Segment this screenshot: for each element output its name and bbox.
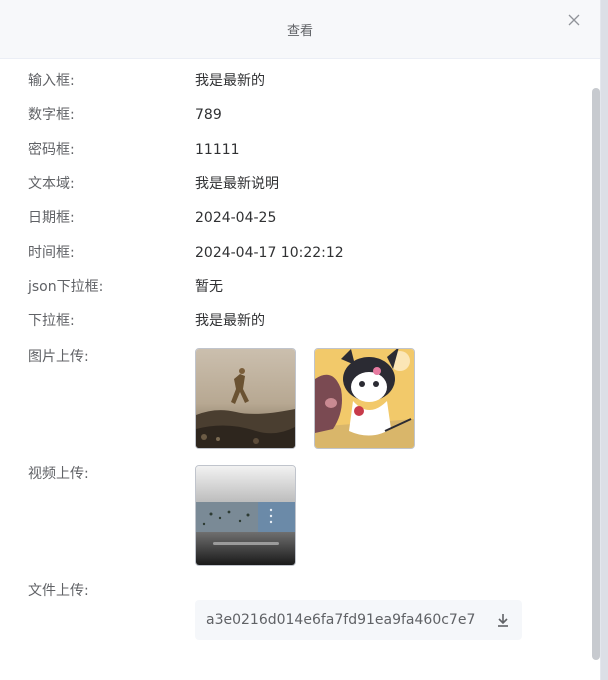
- field-label: 密码框:: [28, 142, 75, 158]
- field-label: 图片上传:: [28, 349, 89, 365]
- uploaded-image-landscape[interactable]: [195, 348, 296, 449]
- field-value: 2024-04-17 10:22:12: [195, 245, 344, 261]
- field-row-video-upload: 视频上传:: [28, 464, 580, 484]
- field-label: 输入框:: [28, 73, 75, 89]
- field-label: 数字框:: [28, 107, 75, 123]
- field-label: 视频上传:: [28, 466, 89, 482]
- field-label: 时间框:: [28, 245, 75, 261]
- scrollbar[interactable]: [592, 88, 600, 660]
- field-label: 文本域:: [28, 176, 75, 192]
- landscape-image: [196, 349, 295, 448]
- video-thumbnail: [196, 466, 295, 565]
- download-icon: [498, 614, 508, 627]
- file-name: a3e0216d014e6fa7fd91ea9fa460c7e7: [206, 612, 476, 628]
- uploaded-file[interactable]: a3e0216d014e6fa7fd91ea9fa460c7e7: [195, 600, 522, 640]
- close-button[interactable]: [566, 12, 582, 28]
- field-value: 11111: [195, 142, 240, 158]
- field-row-number: 数字框: 789: [28, 105, 580, 125]
- field-value: 789: [195, 107, 222, 123]
- field-value: 我是最新的: [195, 73, 265, 89]
- field-row-datetime: 时间框: 2024-04-17 10:22:12: [28, 243, 580, 263]
- view-dialog: 查看 输入框: 我是最新的 数字框: 789 密码框: 11111 文本域: 我…: [0, 0, 601, 680]
- dialog-header: 查看: [0, 0, 600, 59]
- dialog-title: 查看: [286, 24, 313, 39]
- uploaded-image-cartoon[interactable]: [314, 348, 415, 449]
- field-row-input: 输入框: 我是最新的: [28, 71, 580, 91]
- field-row-image-upload: 图片上传:: [28, 347, 580, 367]
- field-label: json下拉框:: [28, 279, 104, 295]
- download-button[interactable]: [495, 612, 511, 628]
- uploaded-video[interactable]: [195, 465, 296, 566]
- field-label: 文件上传:: [28, 583, 89, 599]
- field-row-password: 密码框: 11111: [28, 140, 580, 160]
- field-row-textarea: 文本域: 我是最新说明: [28, 174, 580, 194]
- field-row-json-select: json下拉框: 暂无: [28, 277, 580, 297]
- field-value: 我是最新的: [195, 313, 265, 329]
- field-row-file-upload: 文件上传:: [28, 581, 580, 601]
- close-icon: [568, 14, 580, 26]
- dialog-body: 输入框: 我是最新的 数字框: 789 密码框: 11111 文本域: 我是最新…: [0, 59, 600, 680]
- field-label: 日期框:: [28, 210, 75, 226]
- field-label: 下拉框:: [28, 313, 75, 329]
- field-row-select: 下拉框: 我是最新的: [28, 311, 580, 331]
- field-value: 2024-04-25: [195, 210, 277, 226]
- field-value: 我是最新说明: [195, 176, 279, 192]
- cartoon-image: [315, 349, 414, 448]
- field-value: 暂无: [195, 279, 223, 295]
- field-row-date: 日期框: 2024-04-25: [28, 208, 580, 228]
